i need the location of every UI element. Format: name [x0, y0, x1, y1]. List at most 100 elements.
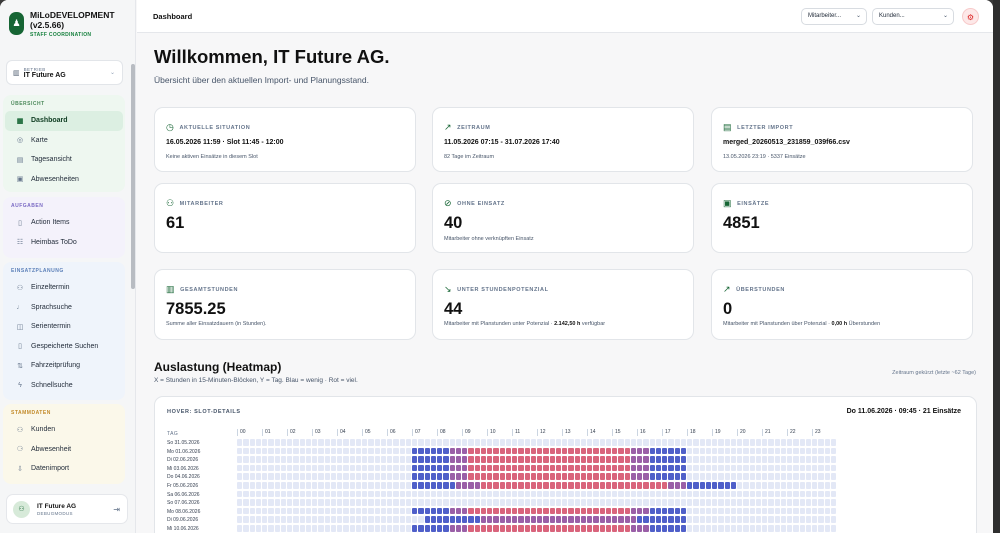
heatmap-cell[interactable]	[468, 516, 474, 523]
heatmap-cell[interactable]	[693, 499, 699, 506]
heatmap-cell[interactable]	[437, 525, 443, 532]
heatmap-cell[interactable]	[674, 473, 680, 480]
heatmap-cell[interactable]	[343, 439, 349, 446]
heatmap-cell[interactable]	[543, 439, 549, 446]
heatmap-cell[interactable]	[305, 473, 312, 480]
heatmap-cell[interactable]	[762, 447, 768, 455]
heatmap-cell[interactable]	[255, 499, 262, 506]
heatmap-cell[interactable]	[380, 482, 387, 489]
heatmap-cell[interactable]	[712, 456, 718, 463]
heatmap-cell[interactable]	[824, 447, 830, 455]
heatmap-cell[interactable]	[455, 447, 462, 455]
heatmap-cell[interactable]	[705, 516, 712, 523]
heatmap-cell[interactable]	[599, 439, 605, 446]
heatmap-cell[interactable]	[805, 439, 812, 446]
heatmap-cell[interactable]	[805, 490, 812, 498]
heatmap-cell[interactable]	[580, 439, 587, 446]
heatmap-cell[interactable]	[430, 525, 437, 532]
heatmap-cell[interactable]	[705, 499, 712, 506]
heatmap-cell[interactable]	[537, 439, 543, 446]
heatmap-cell[interactable]	[762, 473, 768, 480]
heatmap-cell[interactable]	[718, 525, 724, 532]
heatmap-cell[interactable]	[724, 490, 730, 498]
heatmap-cell[interactable]	[330, 447, 337, 455]
heatmap-cell[interactable]	[649, 456, 655, 463]
heatmap-cell[interactable]	[549, 464, 555, 472]
sidebar-item[interactable]: ▣ Abwesenheiten	[5, 170, 123, 190]
heatmap-cell[interactable]	[393, 447, 399, 455]
heatmap-cell[interactable]	[830, 464, 837, 472]
heatmap-cell[interactable]	[412, 490, 418, 498]
heatmap-cell[interactable]	[762, 499, 768, 506]
heatmap-cell[interactable]	[480, 456, 487, 463]
heatmap-cell[interactable]	[593, 456, 599, 463]
heatmap-cell[interactable]	[462, 456, 468, 463]
heatmap-cell[interactable]	[293, 464, 299, 472]
heatmap-cell[interactable]	[299, 447, 305, 455]
heatmap-cell[interactable]	[762, 490, 768, 498]
heatmap-cell[interactable]	[687, 439, 693, 446]
heatmap-cell[interactable]	[649, 525, 655, 532]
heatmap-cell[interactable]	[418, 439, 424, 446]
heatmap-cell[interactable]	[637, 473, 643, 480]
heatmap-cell[interactable]	[549, 482, 555, 489]
heatmap-cell[interactable]	[280, 499, 287, 506]
heatmap-cell[interactable]	[474, 516, 480, 523]
heatmap-cell[interactable]	[780, 456, 787, 463]
heatmap-cell[interactable]	[262, 482, 268, 489]
logout-icon[interactable]: ⇥	[113, 505, 120, 514]
heatmap-cell[interactable]	[612, 525, 618, 532]
heatmap-cell[interactable]	[262, 507, 268, 515]
heatmap-cell[interactable]	[299, 456, 305, 463]
heatmap-cell[interactable]	[243, 456, 249, 463]
heatmap-cell[interactable]	[499, 499, 505, 506]
heatmap-cell[interactable]	[737, 456, 743, 463]
heatmap-cell[interactable]	[380, 447, 387, 455]
heatmap-cell[interactable]	[699, 499, 705, 506]
heatmap-cell[interactable]	[655, 464, 662, 472]
heatmap-cell[interactable]	[437, 490, 443, 498]
heatmap-cell[interactable]	[687, 516, 693, 523]
heatmap-cell[interactable]	[368, 473, 374, 480]
sidebar-item[interactable]: ♩ Sprachsuche	[5, 298, 123, 318]
heatmap-cell[interactable]	[755, 464, 762, 472]
heatmap-cell[interactable]	[643, 447, 649, 455]
heatmap-cell[interactable]	[424, 525, 430, 532]
heatmap-cell[interactable]	[749, 516, 755, 523]
heatmap-cell[interactable]	[249, 447, 255, 455]
heatmap-cell[interactable]	[762, 464, 768, 472]
heatmap-cell[interactable]	[537, 473, 543, 480]
heatmap-cell[interactable]	[687, 507, 693, 515]
heatmap-cell[interactable]	[455, 456, 462, 463]
heatmap-cell[interactable]	[424, 464, 430, 472]
heatmap-cell[interactable]	[674, 464, 680, 472]
heatmap-cell[interactable]	[318, 516, 324, 523]
heatmap-cell[interactable]	[668, 456, 674, 463]
heatmap-cell[interactable]	[612, 507, 618, 515]
heatmap-cell[interactable]	[812, 447, 818, 455]
heatmap-cell[interactable]	[318, 490, 324, 498]
heatmap-cell[interactable]	[824, 439, 830, 446]
heatmap-cell[interactable]	[524, 482, 530, 489]
heatmap-cell[interactable]	[293, 447, 299, 455]
heatmap-cell[interactable]	[537, 464, 543, 472]
heatmap-cell[interactable]	[568, 525, 574, 532]
heatmap-cell[interactable]	[818, 473, 824, 480]
heatmap-cell[interactable]	[624, 482, 630, 489]
betrieb-select[interactable]: ▥ BETRIEB IT Future AG ⌄	[6, 60, 123, 85]
heatmap-cell[interactable]	[318, 499, 324, 506]
heatmap-cell[interactable]	[474, 490, 480, 498]
heatmap-cell[interactable]	[630, 447, 637, 455]
heatmap-cell[interactable]	[418, 525, 424, 532]
heatmap-cell[interactable]	[674, 525, 680, 532]
heatmap-cell[interactable]	[362, 525, 368, 532]
heatmap-cell[interactable]	[830, 490, 837, 498]
heatmap-cell[interactable]	[780, 490, 787, 498]
heatmap-cell[interactable]	[743, 482, 749, 489]
heatmap-cell[interactable]	[562, 447, 568, 455]
heatmap-cell[interactable]	[524, 499, 530, 506]
heatmap-cell[interactable]	[449, 525, 455, 532]
heatmap-cell[interactable]	[374, 447, 380, 455]
heatmap-cell[interactable]	[512, 473, 518, 480]
heatmap-cell[interactable]	[249, 507, 255, 515]
